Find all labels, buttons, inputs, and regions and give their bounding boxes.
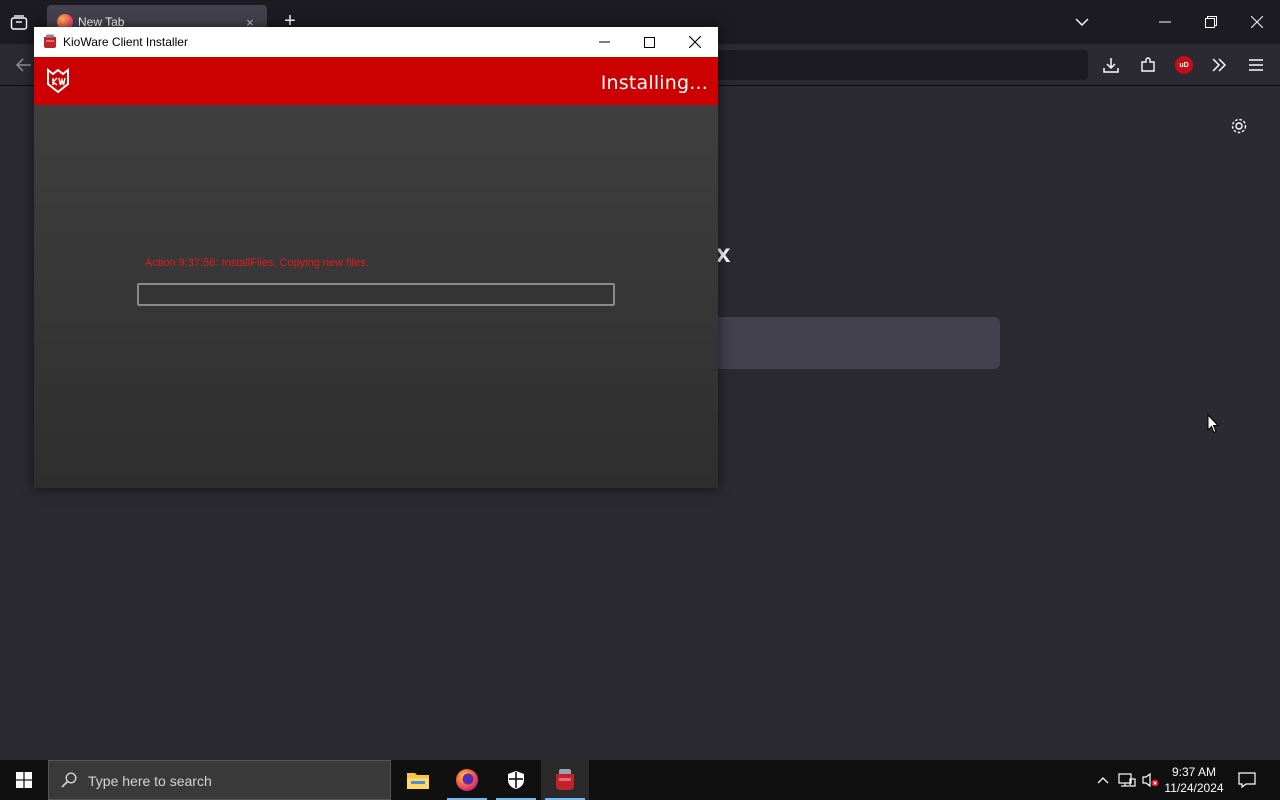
firefox-view-icon[interactable]	[8, 12, 30, 34]
mouse-cursor-icon	[1207, 413, 1220, 439]
clock-date: 11/24/2024	[1164, 781, 1224, 795]
close-icon[interactable]	[1245, 10, 1269, 34]
close-icon[interactable]	[681, 31, 709, 53]
windows-start-icon[interactable]	[0, 760, 48, 800]
menu-icon[interactable]	[1244, 53, 1268, 77]
windows-taskbar: Type here to search 9:37 AM 11/24/2024	[0, 760, 1280, 800]
gear-icon[interactable]	[1228, 115, 1250, 137]
minimize-icon[interactable]	[1153, 10, 1177, 34]
firefox-icon[interactable]	[443, 760, 491, 800]
ublock-origin-icon[interactable]: uD	[1172, 53, 1196, 77]
windows-security-icon[interactable]	[492, 760, 540, 800]
notification-center-icon[interactable]	[1234, 768, 1260, 792]
back-arrow-icon[interactable]	[12, 54, 36, 76]
installer-body: Action 9:37:56: InstallFiles. Copying ne…	[34, 105, 718, 488]
restore-icon[interactable]	[1199, 10, 1223, 34]
search-icon	[61, 772, 77, 793]
installer-title-bar[interactable]: KioWare Client Installer	[34, 27, 718, 57]
minimize-icon[interactable]	[590, 31, 618, 53]
installer-title: KioWare Client Installer	[63, 35, 188, 49]
maximize-icon[interactable]	[635, 31, 663, 53]
new-tab-search-box[interactable]	[700, 317, 1000, 369]
chevron-down-icon[interactable]	[1072, 12, 1092, 32]
clock-time: 9:37 AM	[1171, 765, 1217, 779]
system-clock[interactable]: 9:37 AM 11/24/2024	[1162, 764, 1226, 796]
firefox-wordmark-fragment: x	[716, 238, 731, 268]
extensions-icon[interactable]	[1136, 53, 1160, 77]
install-action-text: Action 9:37:56: InstallFiles. Copying ne…	[145, 257, 369, 269]
url-bar[interactable]	[700, 50, 1088, 80]
chevron-up-icon[interactable]	[1093, 770, 1113, 790]
network-icon[interactable]	[1117, 770, 1137, 790]
file-explorer-icon[interactable]	[394, 760, 442, 800]
installer-window: KioWare Client Installer Installing... A…	[34, 27, 718, 488]
installer-status-heading: Installing...	[600, 72, 708, 94]
installer-header: Installing...	[34, 57, 718, 105]
kioware-logo-icon	[46, 67, 70, 94]
kioware-installer-icon[interactable]	[541, 760, 589, 800]
overflow-chevrons-icon[interactable]	[1207, 53, 1231, 77]
taskbar-search-placeholder: Type here to search	[88, 773, 212, 789]
download-icon[interactable]	[1099, 53, 1123, 77]
volume-muted-icon[interactable]	[1141, 770, 1161, 790]
kioware-app-icon	[43, 34, 57, 49]
install-progress-bar	[137, 283, 615, 306]
taskbar-search-box[interactable]: Type here to search	[48, 760, 391, 800]
ublock-badge: uD	[1175, 56, 1193, 74]
